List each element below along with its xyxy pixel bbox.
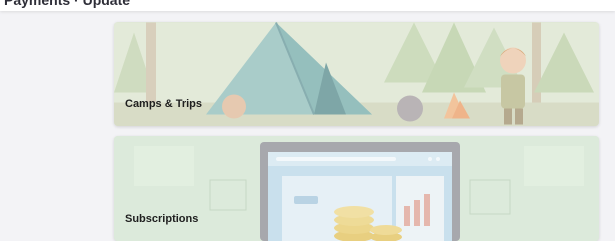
page-title: Payments · Update — [4, 0, 131, 8]
subscriptions-label: Subscriptions — [125, 213, 199, 225]
top-bar: Payments · Update — [0, 0, 615, 11]
camps-trips-card[interactable]: Camps & Trips — [114, 22, 599, 126]
camps-trips-label: Camps & Trips — [125, 98, 203, 110]
tent-campfire-illustration — [114, 22, 599, 126]
laptop-coins-illustration — [114, 136, 599, 241]
subscriptions-card[interactable]: Subscriptions — [114, 136, 599, 241]
